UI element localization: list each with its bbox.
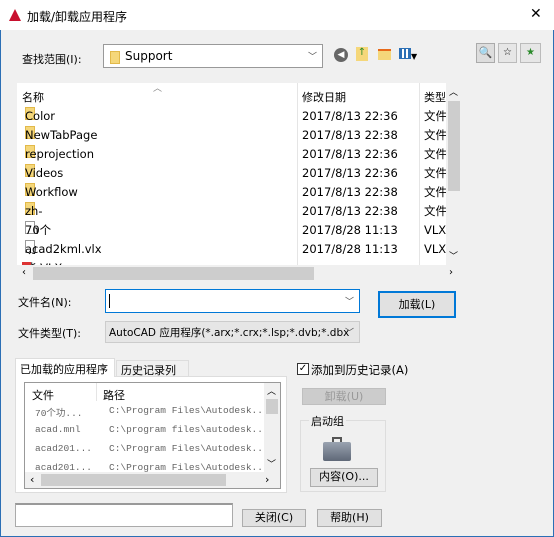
loaded-file: 70个功... xyxy=(35,408,83,419)
column-header-date[interactable]: 修改日期 xyxy=(302,89,346,105)
file-type: VLX xyxy=(424,223,447,237)
loaded-path: C:\program files\autodesk... xyxy=(109,424,269,435)
file-row[interactable]: acad2kml.vlx 2017/8/28 11:13 VLX xyxy=(17,240,462,259)
column-header-name[interactable]: 名称 xyxy=(22,89,44,105)
file-type: 文件 xyxy=(424,128,447,142)
loaded-apps-panel: 文件 路径 70个功... C:\Program Files\Autodesk..… xyxy=(15,376,287,493)
add-history-checkbox[interactable]: ✓ xyxy=(297,363,309,375)
lookin-combo[interactable]: Support ﹀ xyxy=(103,44,323,68)
close-icon[interactable]: ✕ xyxy=(530,6,542,22)
file-date: 2017/8/28 11:13 xyxy=(302,242,398,256)
scroll-thumb[interactable] xyxy=(448,101,460,191)
file-row[interactable]: 70个功能.VLX2017/8/28 11:13VLX xyxy=(17,221,462,275)
unload-button[interactable]: 卸载(U) xyxy=(302,388,386,405)
close-button[interactable]: 关闭(C) xyxy=(242,509,306,527)
file-type: 文件 xyxy=(424,147,447,161)
file-name: reprojection xyxy=(25,147,94,161)
status-box xyxy=(15,503,233,527)
briefcase-icon xyxy=(323,437,351,461)
file-name: acad2kml.vlx xyxy=(25,242,102,256)
tab-history[interactable]: 历史记录列表 xyxy=(116,360,189,393)
loaded-file: acad201... xyxy=(35,443,93,454)
file-date: 2017/8/13 22:36 xyxy=(302,109,398,123)
filename-input[interactable]: ﹀ xyxy=(105,289,360,313)
file-row[interactable]: NewTabPage 2017/8/13 22:38 文件 xyxy=(17,126,462,145)
lookin-label: 查找范围(I): xyxy=(22,53,82,66)
file-type: 文件 xyxy=(424,109,447,123)
file-date: 2017/8/13 22:38 xyxy=(302,204,398,218)
file-row[interactable]: zh-cn2017/8/13 22:38文件 xyxy=(17,202,462,237)
chevron-down-icon[interactable]: ﹀ xyxy=(345,326,354,339)
column-header-type[interactable]: 类型 xyxy=(424,89,446,105)
file-date: 2017/8/13 22:38 xyxy=(302,128,398,142)
views-icon[interactable]: ▼ xyxy=(399,48,421,61)
up-folder-icon[interactable]: ↑ xyxy=(356,47,368,61)
vertical-scrollbar[interactable]: ︿ ﹀ xyxy=(446,83,462,265)
contents-button[interactable]: 内容(O)... xyxy=(310,468,378,487)
file-name: Videos xyxy=(25,166,64,180)
loaded-path: C:\Program Files\Autodesk... xyxy=(109,443,269,454)
column-header-path[interactable]: 路径 xyxy=(103,387,125,403)
loaded-file: acad.mnl xyxy=(35,424,81,435)
file-name: Workflow xyxy=(25,185,78,199)
file-row[interactable]: Videos 2017/8/13 22:36 文件 xyxy=(17,164,462,183)
filetype-select[interactable]: AutoCAD 应用程序(*.arx;*.crx;*.lsp;*.dvb;*.d… xyxy=(105,321,360,343)
autocad-logo-icon xyxy=(9,9,21,21)
startup-label: 启动组 xyxy=(309,413,346,429)
new-folder-icon[interactable] xyxy=(378,49,391,60)
file-date: 2017/8/13 22:38 xyxy=(302,185,398,199)
file-row[interactable]: Workflow 2017/8/13 22:38 文件 xyxy=(17,183,462,202)
file-name: Color xyxy=(25,109,56,123)
filename-label: 文件名(N): xyxy=(18,296,72,309)
column-header-file[interactable]: 文件 xyxy=(32,387,54,403)
lookin-value: Support xyxy=(125,49,173,63)
horizontal-scrollbar[interactable]: ‹ › xyxy=(17,265,462,282)
search-web-icon[interactable]: 🔍 xyxy=(476,43,495,63)
file-list[interactable]: ︿ 名称 修改日期 类型 Color 2017/8/13 22:36 文件 NewTa… xyxy=(17,83,462,282)
file-type: 文件 xyxy=(424,166,447,180)
scroll-thumb[interactable] xyxy=(33,267,314,280)
tab-loaded-apps[interactable]: 已加载的应用程序 xyxy=(15,358,115,377)
vertical-scrollbar[interactable]: ︿ ﹀ xyxy=(264,383,280,472)
window-title: 加载/卸载应用程序 xyxy=(27,10,128,24)
help-button[interactable]: 帮助(H) xyxy=(317,509,382,527)
file-name: NewTabPage xyxy=(25,128,98,142)
file-row[interactable]: Color 2017/8/13 22:36 文件 xyxy=(17,107,462,126)
file-type: VLX xyxy=(424,242,447,256)
back-icon[interactable]: ◀ xyxy=(334,48,348,62)
chevron-down-icon[interactable]: ﹀ xyxy=(345,295,354,308)
file-date: 2017/8/13 22:36 xyxy=(302,147,398,161)
favorites-folder-icon[interactable]: ☆ xyxy=(498,43,517,63)
loaded-path: C:\Program Files\Autodesk... xyxy=(109,405,269,416)
filetype-label: 文件类型(T): xyxy=(18,327,82,340)
sort-indicator-icon: ︿ xyxy=(153,84,163,94)
add-favorite-icon[interactable]: ★ xyxy=(520,43,541,63)
file-row[interactable]: reprojection 2017/8/13 22:36 文件 xyxy=(17,145,462,164)
file-type: 文件 xyxy=(424,204,447,218)
load-button[interactable]: 加载(L) xyxy=(378,291,456,318)
startup-group: 启动组 内容(O)... xyxy=(300,413,386,492)
folder-icon xyxy=(110,50,120,64)
title-bar: 加载/卸载应用程序 ✕ xyxy=(0,0,554,30)
add-history-label: 添加到历史记录(A) xyxy=(311,363,409,377)
file-date: 2017/8/28 11:13 xyxy=(302,223,398,237)
chevron-down-icon[interactable]: ﹀ xyxy=(308,50,317,63)
file-type: 文件 xyxy=(424,185,447,199)
file-date: 2017/8/13 22:36 xyxy=(302,166,398,180)
horizontal-scrollbar[interactable]: ‹ › xyxy=(25,472,280,488)
loaded-apps-list[interactable]: 文件 路径 70个功... C:\Program Files\Autodesk..… xyxy=(24,382,281,489)
